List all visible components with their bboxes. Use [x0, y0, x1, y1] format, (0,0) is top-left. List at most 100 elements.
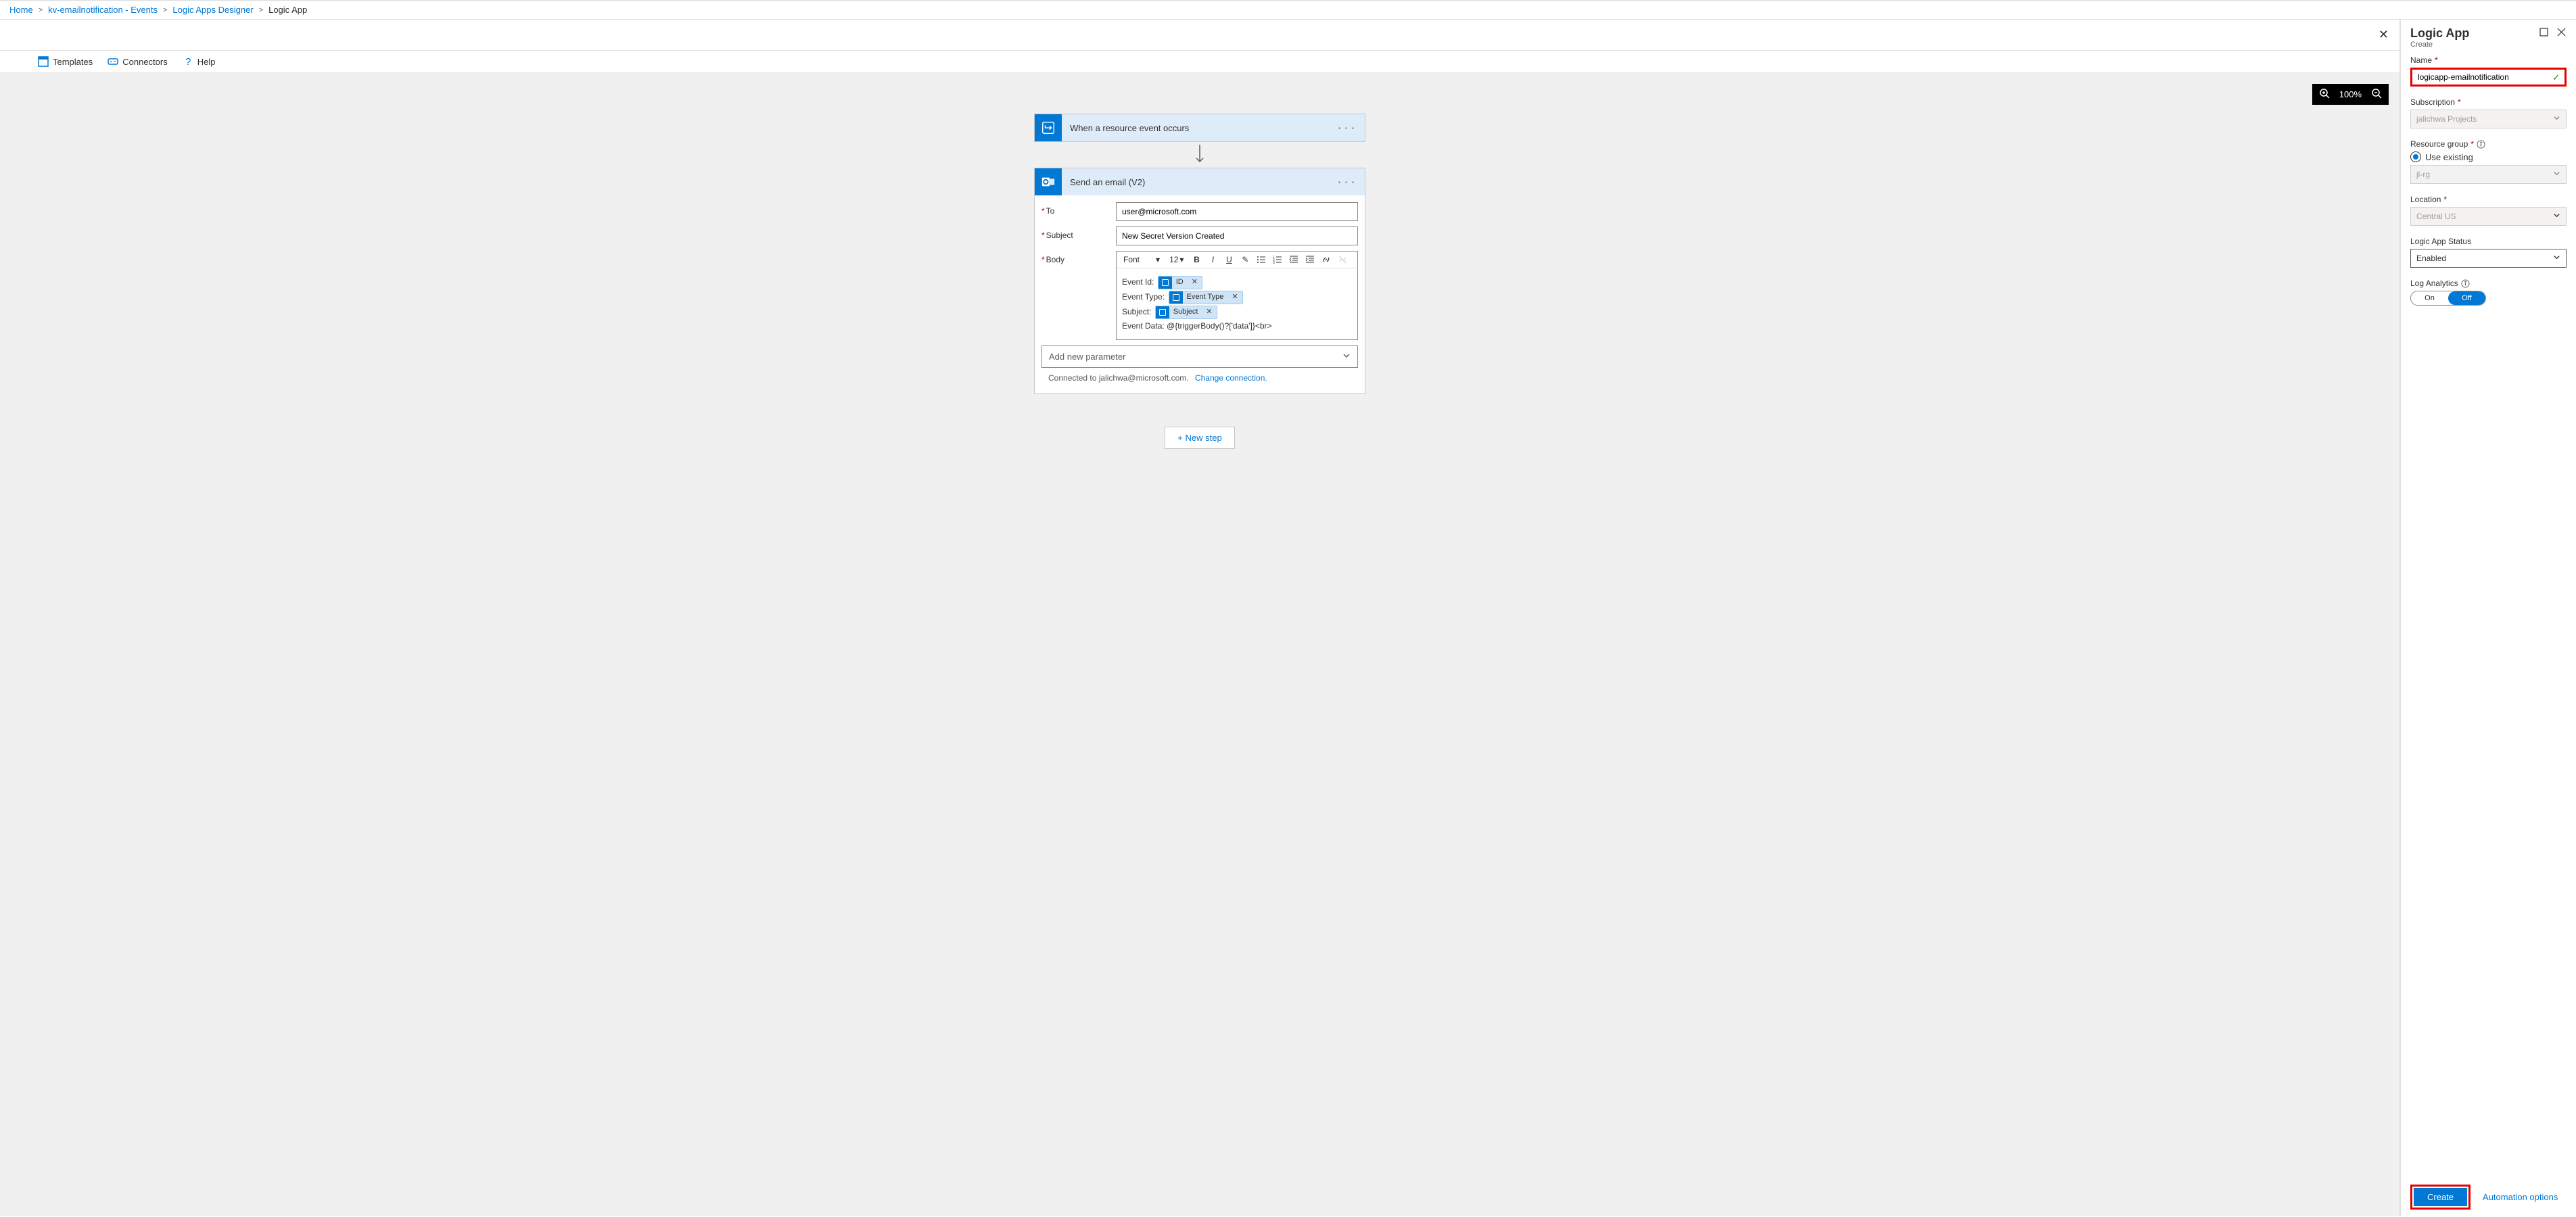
link-icon[interactable] — [1320, 254, 1332, 266]
action-title: Send an email (V2) — [1062, 177, 1329, 187]
zoom-control: 100% — [2312, 84, 2389, 105]
connectors-icon — [108, 56, 118, 67]
more-icon[interactable]: · · · — [1329, 177, 1365, 187]
check-icon: ✓ — [2552, 72, 2560, 83]
body-label: *Body — [1041, 251, 1116, 264]
action-card: Send an email (V2) · · · *To *Subject — [1034, 168, 1365, 394]
new-step-button[interactable]: + New step — [1165, 427, 1234, 449]
to-input[interactable] — [1116, 202, 1358, 221]
status-select[interactable]: Enabled — [2410, 249, 2567, 268]
pencil-icon[interactable]: ✎ — [1239, 254, 1251, 266]
toggle-on: On — [2411, 291, 2448, 305]
connectors-label: Connectors — [122, 57, 167, 67]
body-line3-label: Subject: — [1122, 307, 1151, 316]
chevron-down-icon — [1342, 352, 1351, 362]
close-icon[interactable] — [2556, 26, 2567, 37]
bullet-list-icon[interactable] — [1255, 254, 1267, 266]
breadcrumb-resource[interactable]: kv-emailnotification - Events — [48, 5, 158, 15]
designer-toolbar: Templates Connectors ? Help — [0, 51, 2399, 73]
token-remove-icon[interactable]: ✕ — [1202, 306, 1216, 318]
zoom-in-icon[interactable] — [2319, 88, 2330, 101]
body-line1-label: Event Id: — [1122, 277, 1154, 287]
more-icon[interactable]: · · · — [1329, 123, 1365, 133]
close-icon[interactable]: ✕ — [2376, 25, 2391, 45]
breadcrumb-current: Logic App — [268, 5, 307, 15]
subscription-select[interactable]: jalichwa Projects — [2410, 110, 2567, 128]
log-analytics-toggle[interactable]: On Off — [2410, 291, 2486, 306]
info-icon[interactable] — [2461, 279, 2470, 288]
subject-label: *Subject — [1041, 226, 1116, 240]
chevron-right-icon: > — [163, 6, 167, 14]
chevron-down-icon — [2553, 114, 2560, 124]
event-grid-icon — [1156, 306, 1169, 318]
create-button[interactable]: Create — [2414, 1188, 2467, 1206]
templates-label: Templates — [53, 57, 93, 67]
chevron-down-icon: ▾ — [1179, 255, 1184, 264]
rte-toolbar: Font ▾ 12 ▾ B I U ✎ — [1116, 251, 1358, 268]
toggle-off: Off — [2448, 291, 2485, 305]
chevron-down-icon — [2553, 254, 2560, 263]
location-label: Location * — [2410, 195, 2567, 204]
status-label: Logic App Status — [2410, 237, 2567, 246]
templates-button[interactable]: Templates — [38, 56, 93, 67]
number-list-icon[interactable]: 123 — [1271, 254, 1284, 266]
chevron-right-icon: > — [259, 6, 263, 14]
subscription-label: Subscription * — [2410, 97, 2567, 107]
font-select[interactable]: Font ▾ — [1121, 254, 1163, 266]
arrow-down-icon — [1034, 142, 1365, 168]
trigger-title: When a resource event occurs — [1062, 123, 1329, 133]
unlink-icon[interactable] — [1336, 254, 1349, 266]
token-event-type[interactable]: Event Type ✕ — [1169, 291, 1243, 304]
log-analytics-label: Log Analytics — [2410, 279, 2567, 288]
change-connection-link[interactable]: Change connection. — [1195, 373, 1267, 383]
indent-icon[interactable] — [1304, 254, 1316, 266]
help-icon: ? — [183, 56, 193, 67]
action-header[interactable]: Send an email (V2) · · · — [1035, 168, 1365, 195]
breadcrumb-designer[interactable]: Logic Apps Designer — [172, 5, 253, 15]
breadcrumb-home[interactable]: Home — [9, 5, 33, 15]
use-existing-radio[interactable]: Use existing — [2410, 151, 2567, 162]
outlook-icon — [1035, 168, 1062, 195]
automation-options-link[interactable]: Automation options — [2483, 1192, 2558, 1202]
token-remove-icon[interactable]: ✕ — [1227, 291, 1242, 304]
subject-input[interactable] — [1116, 226, 1358, 245]
panel-subtitle: Create — [2410, 41, 2469, 49]
connection-info: Connected to jalichwa@microsoft.com. Cha… — [1041, 368, 1358, 387]
italic-icon[interactable]: I — [1207, 254, 1219, 266]
token-id[interactable]: ID ✕ — [1158, 276, 1202, 289]
svg-text:?: ? — [185, 56, 191, 67]
to-label: *To — [1041, 202, 1116, 216]
templates-icon — [38, 56, 49, 67]
body-line2-label: Event Type: — [1122, 292, 1165, 302]
event-grid-icon — [1158, 277, 1172, 289]
name-input[interactable] — [2410, 68, 2567, 87]
zoom-level: 100% — [2339, 89, 2362, 99]
breadcrumb: Home > kv-emailnotification - Events > L… — [0, 0, 2576, 20]
help-label: Help — [197, 57, 216, 67]
add-parameter-dropdown[interactable]: Add new parameter — [1041, 345, 1358, 368]
trigger-card[interactable]: When a resource event occurs · · · — [1034, 114, 1365, 142]
token-remove-icon[interactable]: ✕ — [1188, 277, 1202, 289]
help-button[interactable]: ? Help — [183, 56, 216, 67]
designer-canvas[interactable]: 100% When a resource event occurs · · · — [0, 73, 2399, 1216]
resource-group-select[interactable]: jl-rg — [2410, 165, 2567, 184]
event-grid-icon — [1169, 291, 1183, 304]
chevron-down-icon — [2553, 212, 2560, 221]
info-icon[interactable] — [2477, 140, 2485, 149]
outdent-icon[interactable] — [1288, 254, 1300, 266]
underline-icon[interactable]: U — [1223, 254, 1235, 266]
location-select[interactable]: Central US — [2410, 207, 2567, 226]
size-select[interactable]: 12 ▾ — [1167, 254, 1186, 266]
token-subject[interactable]: Subject ✕ — [1155, 306, 1217, 319]
bold-icon[interactable]: B — [1190, 254, 1202, 266]
name-label: Name * — [2410, 55, 2567, 65]
create-panel: Logic App Create Name * ✓ Subscription * — [2400, 20, 2576, 1216]
panel-title: Logic App — [2410, 26, 2469, 41]
chevron-down-icon: ▾ — [1156, 255, 1160, 264]
event-grid-icon — [1035, 114, 1062, 141]
restore-icon[interactable] — [2538, 26, 2549, 37]
body-editor[interactable]: Event Id: ID ✕ Event Type: — [1116, 268, 1358, 340]
body-line4: Event Data: @{triggerBody()?['data']}<br… — [1122, 320, 1352, 333]
connectors-button[interactable]: Connectors — [108, 56, 167, 67]
zoom-out-icon[interactable] — [2371, 88, 2382, 101]
